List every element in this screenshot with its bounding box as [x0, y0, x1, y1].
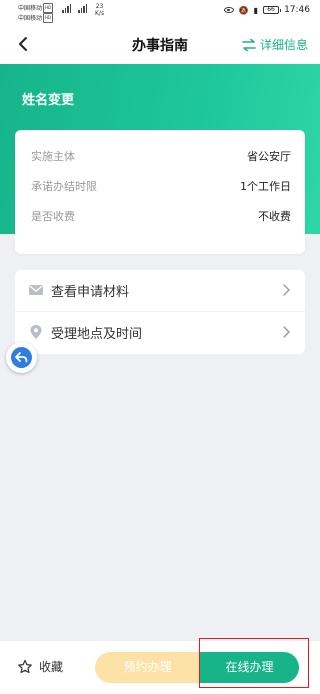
- status-bar: 中国移动 HD 中国移动 HD 23 K/s 🔕 ▮ 66 17:46: [0, 0, 320, 24]
- info-key: 实施主体: [31, 150, 75, 163]
- reply-arrow-icon: [15, 352, 28, 363]
- star-icon: [18, 659, 32, 673]
- detail-info-label: 详细信息: [259, 38, 308, 52]
- online-apply-button[interactable]: 在线办理: [200, 652, 299, 683]
- info-row: 是否收费 不收费: [31, 208, 291, 228]
- network-speed: 23 K/s: [95, 3, 104, 17]
- chevron-right-icon: [283, 326, 290, 338]
- status-right: 🔕 ▮ 66 17:46: [223, 5, 310, 15]
- carrier-info: 中国移动 HD 中国移动 HD: [18, 3, 54, 23]
- signal-icon-2: [78, 4, 88, 13]
- floating-return-button[interactable]: [6, 342, 37, 373]
- info-value: 1个工作日: [240, 180, 291, 193]
- chevron-right-icon: [283, 284, 290, 296]
- hd-badge-1: HD: [43, 3, 54, 13]
- return-icon-bg: [11, 347, 32, 368]
- info-row: 承诺办结时限 1个工作日: [31, 178, 291, 198]
- navigation-bar: 办事指南 详细信息: [0, 24, 320, 64]
- speed-unit: K/s: [95, 10, 105, 17]
- list-item-label: 受理地点及时间: [51, 327, 143, 342]
- detail-info-button[interactable]: 详细信息: [242, 36, 308, 53]
- speed-value: 23: [95, 3, 104, 10]
- eye-icon: [223, 7, 234, 13]
- reserve-button[interactable]: 预约办理: [95, 652, 200, 683]
- bottom-action-bar: 收藏 预约办理 在线办理: [0, 640, 320, 694]
- info-value: 省公安厅: [247, 150, 291, 163]
- signal-icon: [62, 4, 72, 13]
- list-item-materials[interactable]: 查看申请材料: [15, 270, 305, 310]
- list-item-label: 查看申请材料: [51, 285, 130, 300]
- mail-icon: [29, 285, 43, 295]
- carrier-1: 中国移动: [18, 5, 43, 12]
- carrier-2: 中国移动: [18, 15, 43, 22]
- clock: 17:46: [284, 5, 310, 15]
- swap-icon: [242, 38, 256, 51]
- list-item-location[interactable]: 受理地点及时间: [15, 312, 305, 352]
- info-card: 实施主体 省公安厅 承诺办结时限 1个工作日 是否收费 不收费: [15, 130, 305, 254]
- service-title: 姓名变更: [22, 93, 75, 108]
- favorite-label: 收藏: [39, 660, 64, 674]
- battery-icon: 66: [263, 6, 282, 14]
- action-list: 查看申请材料 受理地点及时间: [15, 270, 305, 354]
- info-row: 实施主体 省公安厅: [31, 148, 291, 168]
- location-icon: [30, 325, 42, 339]
- info-value: 不收费: [258, 210, 291, 223]
- hd-badge-2: HD: [43, 13, 54, 23]
- favorite-button[interactable]: 收藏: [17, 658, 63, 675]
- info-key: 是否收费: [31, 210, 75, 223]
- info-key: 承诺办结时限: [31, 180, 97, 193]
- signal-bars-icon: ▮: [253, 5, 259, 15]
- mute-bell-icon: 🔕: [238, 5, 249, 15]
